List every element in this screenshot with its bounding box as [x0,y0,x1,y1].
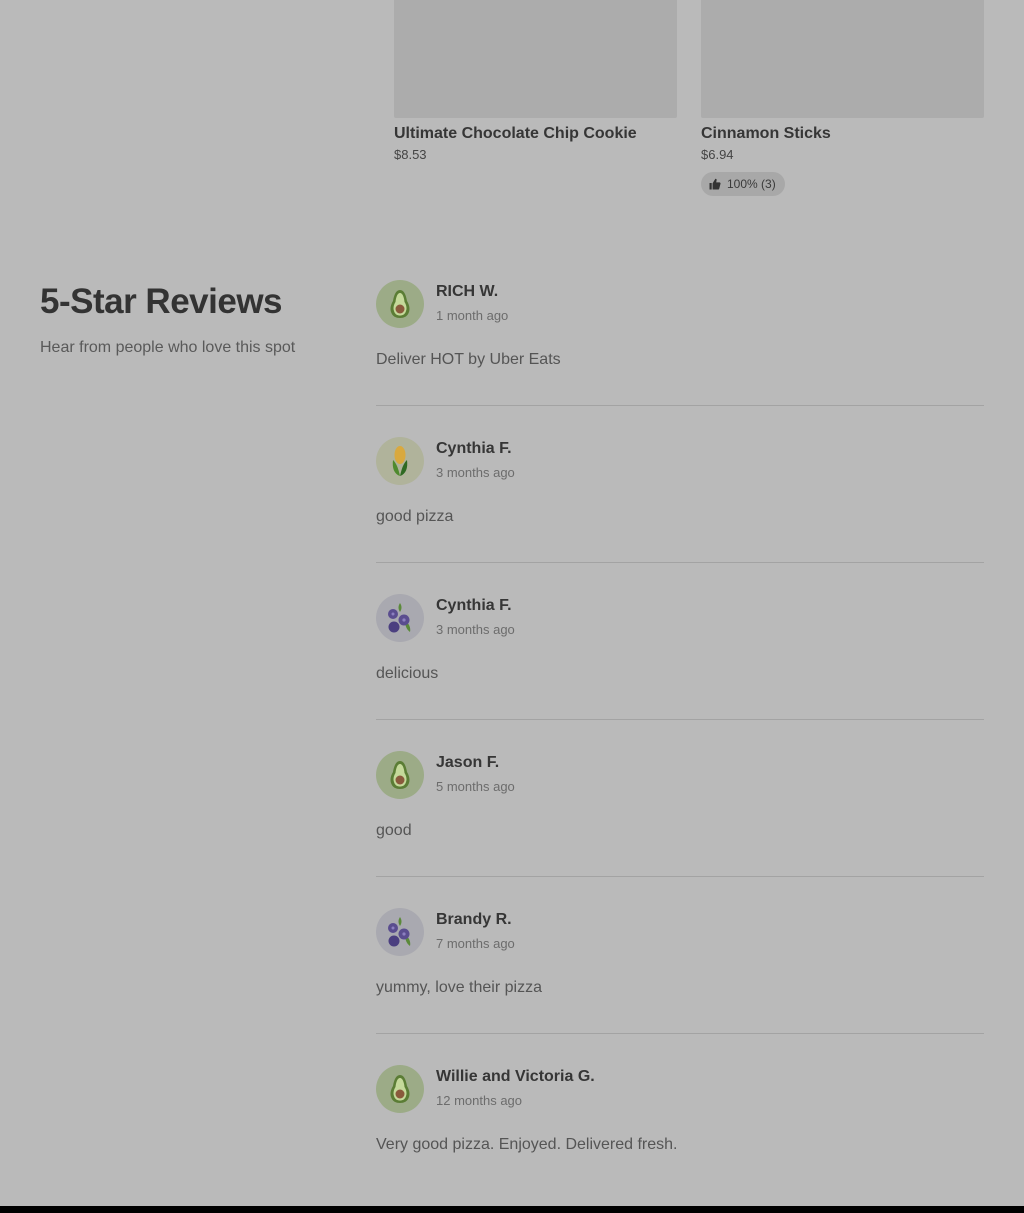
review-item: Willie and Victoria G. 12 months ago Ver… [376,1065,984,1213]
review-date: 3 months ago [436,622,515,637]
review-item: Jason F. 5 months ago good [376,751,984,908]
review-item: RICH W. 1 month ago Deliver HOT by Uber … [376,280,984,437]
reviewer-name: Cynthia F. [436,440,512,457]
reviewer-name: Brandy R. [436,911,512,928]
product-card-cinnamon-sticks[interactable]: Cinnamon Sticks $6.94 100% (3) [701,0,984,196]
reviewer-name: RICH W. [436,283,499,300]
reviewer-name: Willie and Victoria G. [436,1068,595,1085]
review-text: good [376,822,412,839]
blueberries-icon [385,601,415,635]
review-text: Deliver HOT by Uber Eats [376,351,561,368]
section-subtitle: Hear from people who love this spot [40,339,296,356]
divider [376,562,984,563]
review-item: Cynthia F. 3 months ago good pizza [376,437,984,594]
review-text: delicious [376,665,439,682]
divider [376,1033,984,1034]
avocado-icon [389,1074,411,1104]
review-text: yummy, love their pizza [376,979,542,996]
avatar [376,751,424,799]
bottom-bar [0,1206,1024,1213]
avatar [376,437,424,485]
divider [376,876,984,877]
review-date: 7 months ago [436,936,515,951]
corn-icon [389,444,411,478]
section-title: 5-Star Reviews [40,282,283,321]
review-item: Cynthia F. 3 months ago delicious [376,594,984,751]
avocado-icon [389,760,411,790]
review-list: RICH W. 1 month ago Deliver HOT by Uber … [376,280,984,1213]
review-date: 5 months ago [436,779,515,794]
avocado-icon [389,289,411,319]
review-text: Very good pizza. Enjoyed. Delivered fres… [376,1136,678,1153]
rating-badge: 100% (3) [701,172,785,196]
avatar [376,594,424,642]
thumbs-up-icon [709,178,721,190]
page: Ultimate Chocolate Chip Cookie $8.53 Cin… [0,0,1024,1213]
review-date: 3 months ago [436,465,515,480]
avatar [376,908,424,956]
reviewer-name: Jason F. [436,754,500,771]
rating-text: 100% (3) [727,177,776,191]
reviewer-name: Cynthia F. [436,597,512,614]
review-date: 1 month ago [436,308,509,323]
avatar [376,1065,424,1113]
review-item: Brandy R. 7 months ago yummy, love their… [376,908,984,1065]
divider [376,405,984,406]
product-price: $8.53 [394,147,427,162]
product-name: Cinnamon Sticks [701,125,831,142]
product-image[interactable] [701,0,984,118]
blueberries-icon [385,915,415,949]
divider [376,719,984,720]
product-price: $6.94 [701,147,734,162]
product-image[interactable] [394,0,677,118]
review-text: good pizza [376,508,454,525]
avatar [376,280,424,328]
product-card-cookie[interactable]: Ultimate Chocolate Chip Cookie $8.53 [394,0,677,163]
product-name: Ultimate Chocolate Chip Cookie [394,125,637,142]
review-date: 12 months ago [436,1093,523,1108]
